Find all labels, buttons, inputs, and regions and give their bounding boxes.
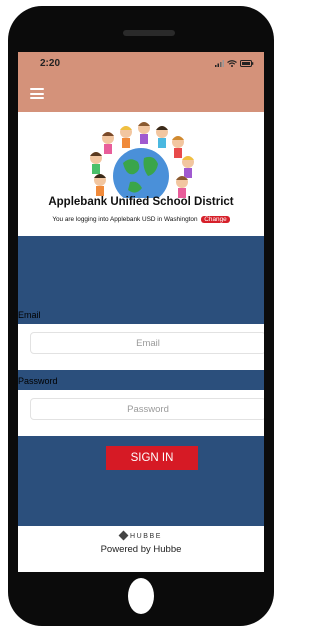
powered-by-text: Powered by Hubbe bbox=[100, 544, 182, 555]
hamburger-menu-icon[interactable] bbox=[30, 88, 44, 99]
status-time: 2:20 bbox=[40, 58, 61, 69]
phone-frame: 2:20 Applebank Unified School District Y… bbox=[8, 6, 274, 626]
status-bar: 2:20 bbox=[18, 52, 264, 112]
login-panel: Email Password bbox=[18, 236, 264, 526]
phone-speaker bbox=[123, 30, 175, 36]
change-district-button[interactable]: Change bbox=[201, 216, 230, 223]
app-screen: 2:20 Applebank Unified School District Y… bbox=[18, 52, 264, 572]
password-field[interactable] bbox=[30, 398, 264, 420]
login-notice: You are logging into Applebank USD in Wa… bbox=[52, 216, 198, 223]
hubbe-brand: HUBBE bbox=[18, 530, 264, 541]
status-icons bbox=[215, 60, 254, 67]
email-field-container bbox=[18, 322, 264, 370]
email-label: Email bbox=[18, 310, 41, 320]
district-logo bbox=[90, 122, 194, 198]
home-button[interactable] bbox=[128, 578, 154, 614]
district-header: Applebank Unified School District You ar… bbox=[18, 112, 264, 236]
hubbe-wordmark: HUBBE bbox=[129, 533, 163, 540]
login-location-text: You are logging into Applebank USD in Wa… bbox=[18, 216, 264, 223]
hubbe-logo-icon bbox=[118, 530, 129, 541]
email-field[interactable] bbox=[30, 332, 264, 354]
sign-in-button[interactable]: SIGN IN bbox=[106, 446, 198, 470]
password-field-container bbox=[18, 388, 264, 436]
battery-icon bbox=[240, 60, 254, 67]
district-name: Applebank Unified School District bbox=[48, 196, 234, 208]
footer: HUBBE Powered by Hubbe bbox=[18, 526, 264, 572]
wifi-icon bbox=[227, 60, 237, 67]
password-label: Password bbox=[18, 376, 58, 386]
signal-icon bbox=[215, 60, 224, 67]
